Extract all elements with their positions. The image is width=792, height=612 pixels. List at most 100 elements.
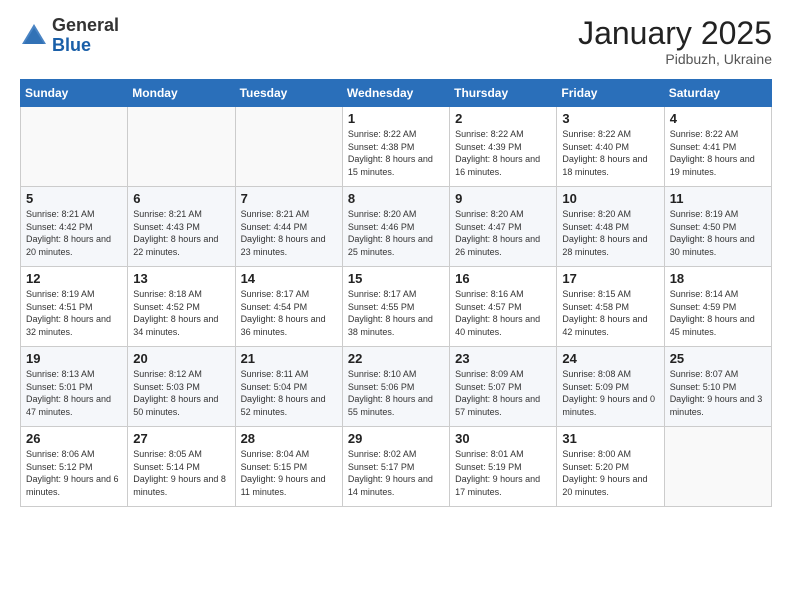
calendar-cell: 2 Sunrise: 8:22 AM Sunset: 4:39 PM Daylig… bbox=[450, 107, 557, 187]
day-info: Sunrise: 8:07 AM Sunset: 5:10 PM Dayligh… bbox=[670, 368, 766, 418]
day-number: 5 bbox=[26, 191, 122, 206]
day-number: 28 bbox=[241, 431, 337, 446]
day-number: 29 bbox=[348, 431, 444, 446]
calendar-cell: 8 Sunrise: 8:20 AM Sunset: 4:46 PM Daylig… bbox=[342, 187, 449, 267]
calendar-cell: 9 Sunrise: 8:20 AM Sunset: 4:47 PM Daylig… bbox=[450, 187, 557, 267]
day-info: Sunrise: 8:22 AM Sunset: 4:39 PM Dayligh… bbox=[455, 128, 551, 178]
day-info: Sunrise: 8:15 AM Sunset: 4:58 PM Dayligh… bbox=[562, 288, 658, 338]
day-info: Sunrise: 8:22 AM Sunset: 4:40 PM Dayligh… bbox=[562, 128, 658, 178]
day-info: Sunrise: 8:20 AM Sunset: 4:46 PM Dayligh… bbox=[348, 208, 444, 258]
calendar-cell: 26 Sunrise: 8:06 AM Sunset: 5:12 PM Dayli… bbox=[21, 427, 128, 507]
calendar-cell bbox=[21, 107, 128, 187]
header-monday: Monday bbox=[128, 80, 235, 107]
calendar-week-row: 26 Sunrise: 8:06 AM Sunset: 5:12 PM Dayli… bbox=[21, 427, 772, 507]
day-number: 13 bbox=[133, 271, 229, 286]
calendar-cell: 31Sunrise: 8:00 AM Sunset: 5:20 PM Dayli… bbox=[557, 427, 664, 507]
calendar-cell: 6 Sunrise: 8:21 AM Sunset: 4:43 PM Daylig… bbox=[128, 187, 235, 267]
calendar-cell bbox=[664, 427, 771, 507]
calendar-cell: 18Sunrise: 8:14 AM Sunset: 4:59 PM Dayli… bbox=[664, 267, 771, 347]
day-number: 4 bbox=[670, 111, 766, 126]
day-number: 7 bbox=[241, 191, 337, 206]
day-info: Sunrise: 8:19 AM Sunset: 4:50 PM Dayligh… bbox=[670, 208, 766, 258]
day-number: 21 bbox=[241, 351, 337, 366]
calendar-cell: 17Sunrise: 8:15 AM Sunset: 4:58 PM Dayli… bbox=[557, 267, 664, 347]
header-friday: Friday bbox=[557, 80, 664, 107]
calendar-cell: 22 Sunrise: 8:10 AM Sunset: 5:06 PM Dayli… bbox=[342, 347, 449, 427]
day-info: Sunrise: 8:05 AM Sunset: 5:14 PM Dayligh… bbox=[133, 448, 229, 498]
day-number: 20 bbox=[133, 351, 229, 366]
page-header: General Blue January 2025 Pidbuzh, Ukrai… bbox=[20, 16, 772, 67]
logo-general-text: General bbox=[52, 15, 119, 35]
calendar-cell: 13 Sunrise: 8:18 AM Sunset: 4:52 PM Dayli… bbox=[128, 267, 235, 347]
day-number: 8 bbox=[348, 191, 444, 206]
calendar-week-row: 19Sunrise: 8:13 AM Sunset: 5:01 PM Dayli… bbox=[21, 347, 772, 427]
logo-icon bbox=[20, 22, 48, 50]
calendar-header-row: Sunday Monday Tuesday Wednesday Thursday… bbox=[21, 80, 772, 107]
day-info: Sunrise: 8:18 AM Sunset: 4:52 PM Dayligh… bbox=[133, 288, 229, 338]
day-info: Sunrise: 8:17 AM Sunset: 4:54 PM Dayligh… bbox=[241, 288, 337, 338]
day-info: Sunrise: 8:21 AM Sunset: 4:42 PM Dayligh… bbox=[26, 208, 122, 258]
calendar-cell: 7 Sunrise: 8:21 AM Sunset: 4:44 PM Daylig… bbox=[235, 187, 342, 267]
day-number: 30 bbox=[455, 431, 551, 446]
header-sunday: Sunday bbox=[21, 80, 128, 107]
day-number: 31 bbox=[562, 431, 658, 446]
calendar-cell: 20Sunrise: 8:12 AM Sunset: 5:03 PM Dayli… bbox=[128, 347, 235, 427]
calendar-cell: 19Sunrise: 8:13 AM Sunset: 5:01 PM Dayli… bbox=[21, 347, 128, 427]
header-wednesday: Wednesday bbox=[342, 80, 449, 107]
day-info: Sunrise: 8:10 AM Sunset: 5:06 PM Dayligh… bbox=[348, 368, 444, 418]
day-number: 15 bbox=[348, 271, 444, 286]
calendar-page: General Blue January 2025 Pidbuzh, Ukrai… bbox=[0, 0, 792, 612]
logo-blue-text: Blue bbox=[52, 35, 91, 55]
day-number: 26 bbox=[26, 431, 122, 446]
calendar-cell: 3 Sunrise: 8:22 AM Sunset: 4:40 PM Daylig… bbox=[557, 107, 664, 187]
title-block: January 2025 Pidbuzh, Ukraine bbox=[578, 16, 772, 67]
calendar-cell: 24Sunrise: 8:08 AM Sunset: 5:09 PM Dayli… bbox=[557, 347, 664, 427]
month-title: January 2025 bbox=[578, 16, 772, 51]
calendar-cell: 11 Sunrise: 8:19 AM Sunset: 4:50 PM Dayli… bbox=[664, 187, 771, 267]
day-number: 12 bbox=[26, 271, 122, 286]
calendar-cell: 25 Sunrise: 8:07 AM Sunset: 5:10 PM Dayli… bbox=[664, 347, 771, 427]
day-number: 6 bbox=[133, 191, 229, 206]
day-number: 23 bbox=[455, 351, 551, 366]
day-number: 16 bbox=[455, 271, 551, 286]
day-number: 11 bbox=[670, 191, 766, 206]
day-info: Sunrise: 8:11 AM Sunset: 5:04 PM Dayligh… bbox=[241, 368, 337, 418]
calendar-cell: 5 Sunrise: 8:21 AM Sunset: 4:42 PM Daylig… bbox=[21, 187, 128, 267]
day-number: 2 bbox=[455, 111, 551, 126]
day-number: 25 bbox=[670, 351, 766, 366]
day-info: Sunrise: 8:20 AM Sunset: 4:47 PM Dayligh… bbox=[455, 208, 551, 258]
calendar-cell: 27 Sunrise: 8:05 AM Sunset: 5:14 PM Dayli… bbox=[128, 427, 235, 507]
calendar-cell: 16Sunrise: 8:16 AM Sunset: 4:57 PM Dayli… bbox=[450, 267, 557, 347]
calendar-week-row: 1 Sunrise: 8:22 AM Sunset: 4:38 PM Daylig… bbox=[21, 107, 772, 187]
day-info: Sunrise: 8:14 AM Sunset: 4:59 PM Dayligh… bbox=[670, 288, 766, 338]
header-saturday: Saturday bbox=[664, 80, 771, 107]
day-number: 9 bbox=[455, 191, 551, 206]
day-info: Sunrise: 8:21 AM Sunset: 4:44 PM Dayligh… bbox=[241, 208, 337, 258]
calendar-week-row: 12Sunrise: 8:19 AM Sunset: 4:51 PM Dayli… bbox=[21, 267, 772, 347]
day-number: 3 bbox=[562, 111, 658, 126]
day-number: 27 bbox=[133, 431, 229, 446]
calendar-cell: 14 Sunrise: 8:17 AM Sunset: 4:54 PM Dayli… bbox=[235, 267, 342, 347]
day-number: 14 bbox=[241, 271, 337, 286]
calendar-cell: 28Sunrise: 8:04 AM Sunset: 5:15 PM Dayli… bbox=[235, 427, 342, 507]
calendar-week-row: 5 Sunrise: 8:21 AM Sunset: 4:42 PM Daylig… bbox=[21, 187, 772, 267]
day-info: Sunrise: 8:21 AM Sunset: 4:43 PM Dayligh… bbox=[133, 208, 229, 258]
calendar-cell: 30 Sunrise: 8:01 AM Sunset: 5:19 PM Dayli… bbox=[450, 427, 557, 507]
calendar-cell bbox=[235, 107, 342, 187]
location-text: Pidbuzh, Ukraine bbox=[578, 51, 772, 67]
day-number: 1 bbox=[348, 111, 444, 126]
day-info: Sunrise: 8:22 AM Sunset: 4:38 PM Dayligh… bbox=[348, 128, 444, 178]
header-thursday: Thursday bbox=[450, 80, 557, 107]
day-info: Sunrise: 8:22 AM Sunset: 4:41 PM Dayligh… bbox=[670, 128, 766, 178]
logo: General Blue bbox=[20, 16, 119, 56]
day-number: 22 bbox=[348, 351, 444, 366]
day-info: Sunrise: 8:13 AM Sunset: 5:01 PM Dayligh… bbox=[26, 368, 122, 418]
day-info: Sunrise: 8:01 AM Sunset: 5:19 PM Dayligh… bbox=[455, 448, 551, 498]
calendar-cell: 1 Sunrise: 8:22 AM Sunset: 4:38 PM Daylig… bbox=[342, 107, 449, 187]
calendar-table: Sunday Monday Tuesday Wednesday Thursday… bbox=[20, 79, 772, 507]
day-info: Sunrise: 8:17 AM Sunset: 4:55 PM Dayligh… bbox=[348, 288, 444, 338]
day-info: Sunrise: 8:06 AM Sunset: 5:12 PM Dayligh… bbox=[26, 448, 122, 498]
calendar-cell: 4 Sunrise: 8:22 AM Sunset: 4:41 PM Daylig… bbox=[664, 107, 771, 187]
day-number: 24 bbox=[562, 351, 658, 366]
header-tuesday: Tuesday bbox=[235, 80, 342, 107]
